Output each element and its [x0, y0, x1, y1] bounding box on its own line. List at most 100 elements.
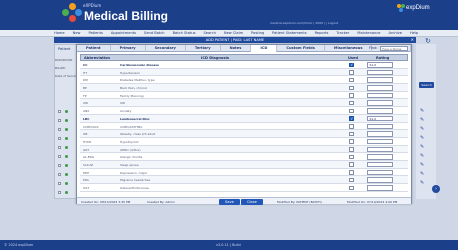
next-arrow-icon[interactable]: ›	[432, 185, 440, 193]
tab-patient[interactable]: Patient	[77, 45, 111, 52]
edit-icon[interactable]: ✎	[420, 180, 424, 186]
header-links[interactable]: medical.expdium.com/Clinic ( 2000 ) | Lo…	[270, 21, 338, 25]
used-checkbox[interactable]	[349, 62, 354, 67]
table-row[interactable]: GRT GERD (reflux)	[80, 145, 408, 154]
menu-item-posting[interactable]: Posting	[251, 31, 264, 35]
rating-input[interactable]	[367, 77, 393, 83]
background-search-button[interactable]: Search	[419, 82, 434, 88]
edit-icon[interactable]: ✎	[420, 117, 424, 123]
column-header-diagnosis[interactable]: ICD Diagnosis	[201, 56, 229, 60]
table-row[interactable]: OB Obesity, class 2/3 adult	[80, 130, 408, 138]
background-row-checkbox[interactable]	[58, 173, 61, 176]
table-row[interactable]: CC Cardiovascular disease S1.0	[80, 61, 408, 69]
table-row[interactable]: ANX Anxiety	[80, 107, 408, 115]
used-checkbox[interactable]	[349, 85, 354, 91]
background-tab-patient[interactable]: Patient	[58, 47, 71, 51]
table-row[interactable]: BP Back Pain, chronic	[80, 84, 408, 92]
tab-icd[interactable]: ICD	[251, 45, 278, 52]
used-checkbox[interactable]	[349, 162, 354, 167]
edit-icon[interactable]: ✎	[420, 126, 424, 132]
table-row[interactable]: SLP-AP Sleep apnea	[80, 160, 408, 169]
close-button[interactable]: Close	[241, 198, 263, 205]
rating-input[interactable]	[367, 177, 393, 183]
rating-input[interactable]: S1.0	[367, 115, 393, 122]
menu-item-maintenance[interactable]: Maintenance	[357, 31, 380, 35]
table-row[interactable]: AL-ERG Allergic rhinitis	[80, 153, 408, 161]
refresh-icon[interactable]: ↻	[425, 37, 431, 45]
background-row-checkbox[interactable]	[58, 182, 61, 185]
table-row[interactable]: OST Osteoarthritis knee	[80, 184, 408, 192]
used-checkbox[interactable]	[349, 100, 354, 106]
rating-input[interactable]: S1.0	[367, 62, 393, 68]
background-row-checkbox[interactable]	[58, 128, 61, 131]
table-row[interactable]: COPD/ACS COPD/ASTHMA	[80, 123, 408, 131]
edit-icon[interactable]: ✎	[420, 108, 424, 114]
background-row-checkbox[interactable]	[58, 164, 61, 167]
used-checkbox[interactable]	[349, 70, 354, 75]
table-row[interactable]: LBC Lumbosacral Disc S1.0	[80, 114, 408, 123]
find-input[interactable]	[380, 46, 408, 51]
used-checkbox[interactable]	[349, 185, 354, 190]
rating-input[interactable]	[367, 92, 393, 99]
table-row[interactable]: URI URI	[80, 99, 408, 108]
menu-item-send-batch[interactable]: Send Batch	[144, 31, 165, 35]
used-checkbox[interactable]	[349, 77, 354, 83]
rating-input[interactable]	[367, 161, 393, 168]
tab-primary[interactable]: Primary	[111, 45, 146, 52]
edit-icon[interactable]: ✎	[420, 171, 424, 177]
save-button[interactable]: Save	[219, 198, 240, 205]
used-checkbox[interactable]	[349, 154, 354, 160]
used-checkbox[interactable]	[349, 108, 354, 114]
menu-item-patient-statements[interactable]: Patient Statements	[272, 31, 306, 35]
used-checkbox[interactable]	[349, 177, 354, 183]
menu-item-patients[interactable]: Patients	[88, 31, 102, 35]
rating-input[interactable]	[367, 185, 393, 191]
menu-item-new-claim[interactable]: New Claim	[224, 31, 243, 35]
used-checkbox[interactable]	[349, 139, 354, 144]
rating-input[interactable]	[367, 108, 393, 114]
background-row-checkbox[interactable]	[58, 137, 61, 140]
tab-custom-fields[interactable]: Custom Fields	[277, 45, 325, 52]
column-header-rating[interactable]: Rating	[376, 56, 389, 60]
column-header-used[interactable]: Used	[348, 56, 358, 60]
menu-item-batch-status[interactable]: Batch Status	[173, 31, 196, 35]
background-row-checkbox[interactable]	[58, 119, 61, 122]
menu-item-help[interactable]: Help	[410, 31, 418, 35]
edit-icon[interactable]: ✎	[420, 135, 424, 141]
edit-icon[interactable]: ✎	[420, 144, 424, 150]
rating-input[interactable]	[367, 69, 393, 76]
used-checkbox[interactable]	[349, 116, 354, 121]
rating-input[interactable]	[367, 138, 393, 145]
rating-input[interactable]	[367, 100, 393, 106]
table-row[interactable]: FP Family Planning	[80, 92, 408, 100]
tab-miscellaneous[interactable]: Miscellaneous	[325, 45, 373, 52]
menu-item-tracker[interactable]: Tracker	[336, 31, 349, 35]
logo[interactable]	[62, 3, 82, 23]
menu-item-appointments[interactable]: Appointments	[111, 31, 136, 35]
menu-item-home[interactable]: Home	[54, 31, 65, 35]
used-checkbox[interactable]	[349, 147, 354, 152]
background-row-checkbox[interactable]	[58, 146, 61, 149]
used-checkbox[interactable]	[349, 170, 354, 175]
close-icon[interactable]: ✕	[411, 37, 414, 42]
table-row[interactable]: DM Diabetes Mellitus, type	[80, 76, 408, 85]
tab-tertiary[interactable]: Tertiary	[186, 45, 221, 52]
rating-input[interactable]	[367, 85, 393, 91]
menu-item-new[interactable]: New	[73, 31, 81, 35]
menu-item-search[interactable]: Search	[204, 31, 216, 35]
used-checkbox[interactable]	[349, 124, 354, 129]
table-row[interactable]: HYPO Hypothyroid	[80, 138, 408, 146]
rating-input[interactable]	[367, 131, 393, 137]
tab-secondary[interactable]: Secondary	[146, 45, 186, 52]
rating-input[interactable]	[367, 123, 393, 129]
used-checkbox[interactable]	[349, 93, 354, 98]
menu-item-archive[interactable]: Archive	[389, 31, 402, 35]
rating-input[interactable]	[367, 154, 393, 160]
background-row-checkbox[interactable]	[58, 155, 61, 158]
table-row[interactable]: HT Hypertension	[80, 68, 408, 77]
edit-icon[interactable]: ✎	[420, 153, 424, 159]
menu-item-reports[interactable]: Reports	[315, 31, 329, 35]
column-header-abbreviation[interactable]: Abbreviation	[84, 56, 110, 60]
used-checkbox[interactable]	[349, 131, 354, 137]
table-row[interactable]: DEP Depression, major	[80, 169, 408, 177]
